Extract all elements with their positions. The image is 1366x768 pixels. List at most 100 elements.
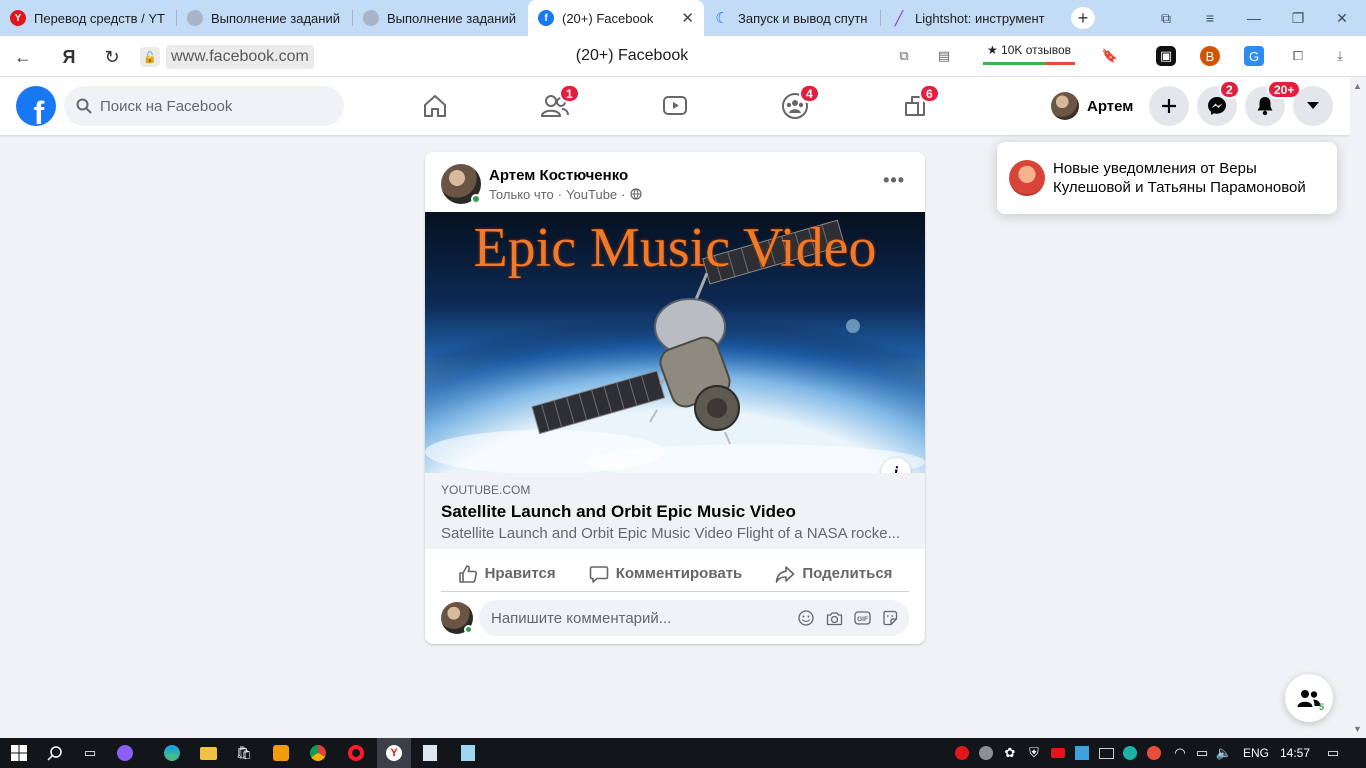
new-tab-button[interactable]: + (1071, 7, 1095, 29)
link-domain: YOUTUBE.COM (441, 483, 531, 497)
facebook-logo[interactable]: f (16, 86, 56, 126)
account-menu-button[interactable] (1293, 86, 1333, 126)
share-page-icon[interactable]: ⧉ (894, 46, 914, 66)
avatar[interactable] (441, 602, 473, 634)
notepad-icon[interactable] (458, 743, 478, 763)
alice-icon[interactable] (115, 743, 135, 763)
share-button[interactable]: Поделиться (769, 558, 898, 590)
language-indicator[interactable]: ENG (1243, 746, 1269, 760)
tab-satellite[interactable]: ☾ Запуск и вывод спутн (704, 0, 880, 36)
gif-icon[interactable]: GIF (853, 609, 871, 627)
download-icon[interactable]: ⤓ (1330, 46, 1350, 66)
search-box[interactable] (64, 86, 344, 126)
profile-shortcut[interactable]: Артем (1047, 88, 1143, 124)
menu-icon[interactable]: ≡ (1190, 0, 1230, 36)
tab-lightshot[interactable]: ╱ Lightshot: инструмент (881, 0, 1057, 36)
battery-icon[interactable]: ▭ (1192, 743, 1212, 763)
bookmark-icon[interactable]: 🔖 (1100, 46, 1120, 66)
network-app-icon[interactable] (1072, 743, 1092, 763)
search-icon[interactable] (45, 743, 65, 763)
opera-icon[interactable] (346, 743, 366, 763)
emoji-icon[interactable] (797, 609, 815, 627)
edge-icon[interactable] (162, 743, 182, 763)
page-scrollbar[interactable]: ▲ ▼ (1350, 77, 1366, 738)
store-icon[interactable]: 🛍 (234, 743, 254, 763)
thumbs-up-icon (458, 564, 477, 583)
yandex-browser-icon[interactable]: Y (384, 743, 404, 763)
comment-button[interactable]: Комментировать (583, 558, 749, 590)
create-button[interactable] (1149, 86, 1189, 126)
notification-toast[interactable]: Новые уведомления от Веры Кулешовой и Та… (997, 142, 1337, 214)
camera-icon[interactable] (825, 609, 843, 627)
task-view-icon[interactable]: ▭ (80, 743, 100, 763)
chrome-icon[interactable] (308, 743, 328, 763)
extensions-icon[interactable]: ⧠ (1288, 46, 1308, 66)
yandex-home-icon[interactable]: Я (56, 44, 82, 70)
reader-icon[interactable]: ▤ (934, 46, 954, 66)
wifi-icon[interactable]: ◠ (1170, 743, 1190, 763)
nav-friends[interactable]: 1 (500, 77, 610, 135)
restore-icon[interactable]: ❐ (1278, 0, 1318, 36)
post-author[interactable]: Артем Костюченко (489, 167, 642, 184)
avatar (1051, 92, 1079, 120)
globe-icon (363, 10, 379, 26)
flower-icon[interactable]: ✿ (1000, 743, 1020, 763)
nav-gaming[interactable]: 6 (860, 77, 970, 135)
skype-icon[interactable] (976, 743, 996, 763)
lock-icon[interactable]: 🔓 (140, 47, 160, 67)
notifications-button[interactable]: 20+ (1245, 80, 1302, 126)
comment-icon (589, 565, 609, 583)
file-explorer-icon[interactable] (198, 743, 218, 763)
clock[interactable]: 14:57 (1280, 746, 1310, 760)
globe-icon (629, 188, 642, 200)
nav-home[interactable] (380, 77, 490, 135)
tab-facebook[interactable]: f (20+) Facebook ✕ (528, 0, 704, 36)
search-input[interactable] (100, 97, 320, 115)
tab-tasks-1[interactable]: Выполнение заданий (177, 0, 352, 36)
video-thumbnail[interactable]: Epic Music Video (425, 212, 925, 473)
tabs-overview-icon[interactable]: ⧉ (1146, 0, 1186, 36)
author-avatar[interactable] (441, 164, 481, 204)
app-icon[interactable] (420, 743, 440, 763)
browser-tray-icon[interactable] (1120, 743, 1140, 763)
action-center-icon[interactable]: ▭ (1323, 743, 1343, 763)
globe-icon (187, 10, 203, 26)
bitcoin-icon[interactable]: B (1200, 46, 1220, 66)
windows-start-icon[interactable] (9, 743, 29, 763)
online-status-dot (464, 625, 473, 634)
tray-app-icon[interactable] (1048, 743, 1068, 763)
volume-icon[interactable]: 🔈 (1214, 743, 1234, 763)
comment-composer: GIF (441, 600, 909, 636)
media-player-icon[interactable] (271, 743, 291, 763)
nav-watch[interactable] (620, 77, 730, 135)
link-preview[interactable]: YOUTUBE.COM Satellite Launch and Orbit E… (425, 473, 925, 549)
reload-icon[interactable]: ↻ (99, 44, 125, 70)
reviews-badge[interactable]: ★ 10K отзывов (983, 43, 1075, 65)
minimize-icon[interactable]: — (1234, 0, 1274, 36)
antivirus-icon[interactable] (1144, 743, 1164, 763)
back-icon[interactable]: ← (10, 44, 36, 70)
messenger-button[interactable]: 2 (1197, 80, 1240, 126)
close-window-icon[interactable]: ✕ (1322, 0, 1362, 36)
like-button[interactable]: Нравится (452, 558, 562, 590)
display-icon[interactable] (1096, 743, 1116, 763)
bell-icon (1257, 97, 1273, 116)
new-message-button[interactable]: 5 (1285, 674, 1333, 722)
translate-icon[interactable]: G (1244, 46, 1264, 66)
home-icon (424, 95, 446, 117)
post-source[interactable]: YouTube (566, 187, 617, 202)
comment-input[interactable] (491, 609, 797, 627)
extension-icon[interactable]: ▣ (1156, 46, 1176, 66)
close-tab-icon[interactable]: ✕ (681, 9, 694, 27)
yandex-tray-icon[interactable] (952, 743, 972, 763)
sticker-icon[interactable] (881, 609, 899, 627)
shield-icon[interactable]: ⛨ (1024, 743, 1044, 763)
tab-transfer[interactable]: Y Перевод средств / YT (0, 0, 176, 36)
messenger-badge: 2 (1219, 80, 1240, 99)
tab-tasks-2[interactable]: Выполнение заданий (353, 0, 528, 36)
post-options-button[interactable]: ••• (883, 170, 905, 191)
share-icon (776, 565, 795, 583)
post-time[interactable]: Только что (489, 187, 554, 202)
url-field[interactable]: 🔓 www.facebook.com (140, 44, 314, 70)
nav-groups[interactable]: 4 (740, 77, 850, 135)
